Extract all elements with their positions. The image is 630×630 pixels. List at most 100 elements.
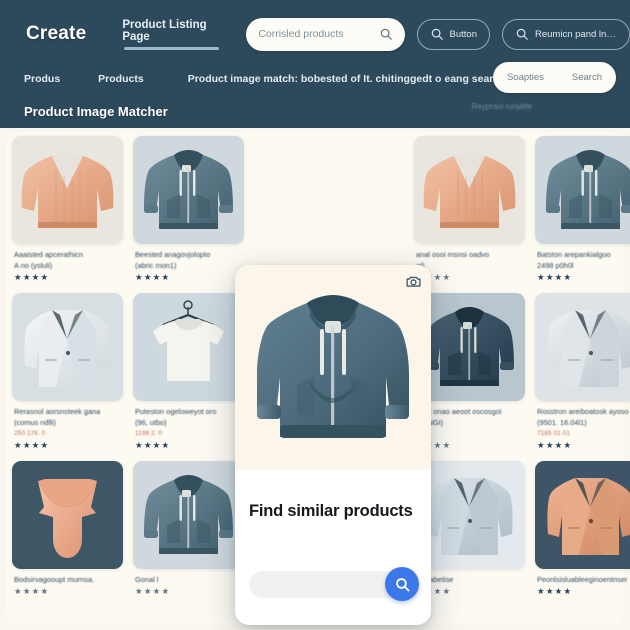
page-title: Product Image Matcher: [24, 103, 168, 119]
header-nav-row: Produs Products Product image match: bob…: [0, 62, 630, 96]
header-button-primary-label: Button: [449, 28, 477, 40]
product-rating-stars: ★★★★: [537, 586, 573, 596]
brand-title: Create: [26, 23, 87, 44]
product-image[interactable]: [414, 136, 525, 244]
product-text-line1: Bodsirvagooupt murnsa.: [14, 575, 95, 584]
product-image[interactable]: [12, 136, 123, 244]
product-image[interactable]: [535, 136, 630, 244]
page-canvas: Resluyndr Aaaisted apcerathicnA no (yslu…: [0, 128, 630, 630]
header-button-primary[interactable]: Button: [416, 18, 490, 50]
product-text-line1: Peonlsisluableeginoentnser: [537, 575, 628, 584]
find-similar-modal: Find similar products: [235, 265, 431, 625]
product-text-line2: A no (ysluli): [14, 261, 53, 270]
product-card[interactable]: Aaaisted apcerathicn A no (ysluli) ★★★★: [12, 136, 123, 283]
product-text-line1: Gonal l: [135, 575, 159, 584]
product-card[interactable]: Beested anagovjolopto (abric mon1) ★★★★: [133, 136, 244, 283]
camera-icon[interactable]: [405, 273, 422, 290]
product-text-line2: 2498 p0h0l: [537, 261, 574, 270]
product-card[interactable]: anal osoi msnsi oadvo at)★★★★: [414, 136, 525, 283]
tab-label: Product Listing Page: [122, 18, 207, 43]
segmented-control[interactable]: Soapties Search: [493, 62, 616, 93]
product-meta: Rerasnol aorsnsteek gana (comus ndlli) 250…: [12, 401, 123, 451]
product-meta: Bodsirvagooupt murnsa. ★★★★: [12, 569, 123, 597]
product-rating-stars: ★★★★: [135, 586, 171, 596]
modal-search-row: [249, 567, 419, 601]
product-rating-stars: ★★★★: [537, 272, 573, 282]
product-price: 250 176. 0: [14, 430, 46, 437]
product-rating-stars: ★★★★: [537, 440, 573, 450]
product-image[interactable]: [12, 461, 123, 569]
header-search-placeholder: Corrisled products: [258, 28, 344, 40]
modal-title: Find similar products: [249, 502, 413, 520]
product-meta: Batston arepankialgoo 2498 p0h0l ★★★★: [535, 244, 630, 283]
product-meta: Aaaisted apcerathicn A no (ysluli) ★★★★: [12, 244, 123, 283]
product-grid-left: Aaaisted apcerathicn A no (ysluli) ★★★★ Bee…: [12, 136, 244, 624]
product-rating-stars: ★★★★: [14, 272, 50, 282]
product-text-line2: , (ENGI): [416, 418, 444, 427]
product-price: r1h: [416, 429, 523, 439]
app-root: Create Product Listing Page Corrisled pr…: [0, 0, 630, 630]
product-meta: Beested anagovjolopto (abric mon1) ★★★★: [133, 244, 244, 283]
product-price: 7185 01 01: [537, 430, 571, 437]
product-card[interactable]: Bodsirvagooupt murnsa. ★★★★: [12, 461, 123, 597]
product-meta: Gonal l ★★★★: [133, 569, 244, 597]
product-text-line1: anal osoi msnsi oadvo: [416, 250, 490, 259]
product-rating-stars: ★★★★: [416, 272, 452, 282]
nav-item-0[interactable]: Produs: [24, 73, 60, 85]
product-text-line2: at): [416, 261, 523, 271]
header-top-row: Create Product Listing Page Corrisled pr…: [0, 12, 630, 56]
modal-search-button[interactable]: [385, 567, 419, 601]
product-meta: Puteston ogeloweyot oro (96, utbo) 1198 2.…: [133, 401, 244, 451]
product-text-line1: Aaaisted apcerathicn: [14, 250, 84, 259]
segment-samples[interactable]: Soapties: [507, 72, 544, 83]
app-header: Create Product Listing Page Corrisled pr…: [0, 0, 630, 128]
product-card[interactable]: Peonlsisluableeginoentnser ★★★★: [535, 461, 630, 597]
product-meta: Rosstron areiboatosk ayoso nilgoh (9501. …: [535, 401, 630, 451]
modal-hero-image: [235, 265, 431, 470]
segment-search[interactable]: Search: [572, 72, 602, 83]
product-text-line1: Beested anagovjolopto: [135, 250, 211, 259]
product-image[interactable]: [133, 293, 244, 401]
header-button-secondary[interactable]: Reumicn pand lnur onci...: [502, 18, 630, 50]
product-card[interactable]: Rosstron areiboatosk ayoso nilgoh (9501. …: [535, 293, 630, 451]
search-icon: [515, 27, 529, 41]
tab-product-listing-page[interactable]: Product Listing Page: [122, 19, 221, 50]
product-rating-stars: ★★★★: [416, 440, 452, 450]
product-grid-right: anal osoi msnsi oadvoat)★★★★Batston arep…: [414, 136, 630, 624]
product-rating-stars: ★★★★: [416, 586, 452, 596]
product-text-line1: Rosstron areiboatosk ayoso nilgoh: [537, 407, 630, 416]
product-meta: Peonlsisluableeginoentnser ★★★★: [535, 569, 630, 597]
search-icon: [395, 577, 409, 591]
header-search-box[interactable]: Corrisled products: [246, 17, 405, 51]
header-title-row: Product Image Matcher Reypraio runjalte …: [0, 96, 630, 126]
product-text-line1: Batston arepankialgoo: [537, 250, 611, 259]
product-image[interactable]: [12, 293, 123, 401]
product-text-line1: Puteston ogeloweyot oro: [135, 407, 217, 416]
product-price: 1198 2. 0: [135, 430, 163, 437]
product-card[interactable]: Batston arepankialgoo 2498 p0h0l ★★★★: [535, 136, 630, 283]
product-rating-stars: ★★★★: [135, 272, 171, 282]
product-image[interactable]: [133, 461, 244, 569]
search-icon: [430, 27, 444, 41]
header-subtitle-faint: Reypraio runjalte: [471, 102, 532, 111]
search-icon: [379, 27, 393, 41]
product-rating-stars: ★★★★: [14, 440, 50, 450]
product-text-line2: (96, utbo): [135, 418, 167, 427]
nav-item-2[interactable]: Product image match: bobested of It. chi…: [188, 73, 506, 85]
product-rating-stars: ★★★★: [14, 586, 50, 596]
product-text-line1: asoll onao aeoot oscosgoi: [416, 407, 502, 416]
product-rating-stars: ★★★★: [135, 440, 171, 450]
header-dots-faint: · · · · ·: [567, 104, 612, 113]
product-image[interactable]: [133, 136, 244, 244]
product-text-line2: (9501. 16.04l1): [537, 418, 587, 427]
product-text-line1: Rerasnol aorsnsteek gana: [14, 407, 101, 416]
nav-item-1[interactable]: Products: [98, 73, 144, 85]
product-image[interactable]: [535, 461, 630, 569]
product-card[interactable]: Gonal l ★★★★: [133, 461, 244, 597]
product-text-line2: (comus ndlli): [14, 418, 56, 427]
product-card[interactable]: Puteston ogeloweyot oro (96, utbo) 1198 2.…: [133, 293, 244, 451]
hoodie-illustration: [257, 295, 409, 438]
product-image[interactable]: [535, 293, 630, 401]
product-text-line2: (abric mon1): [135, 261, 177, 270]
product-card[interactable]: Rerasnol aorsnsteek gana (comus ndlli) 250…: [12, 293, 123, 451]
